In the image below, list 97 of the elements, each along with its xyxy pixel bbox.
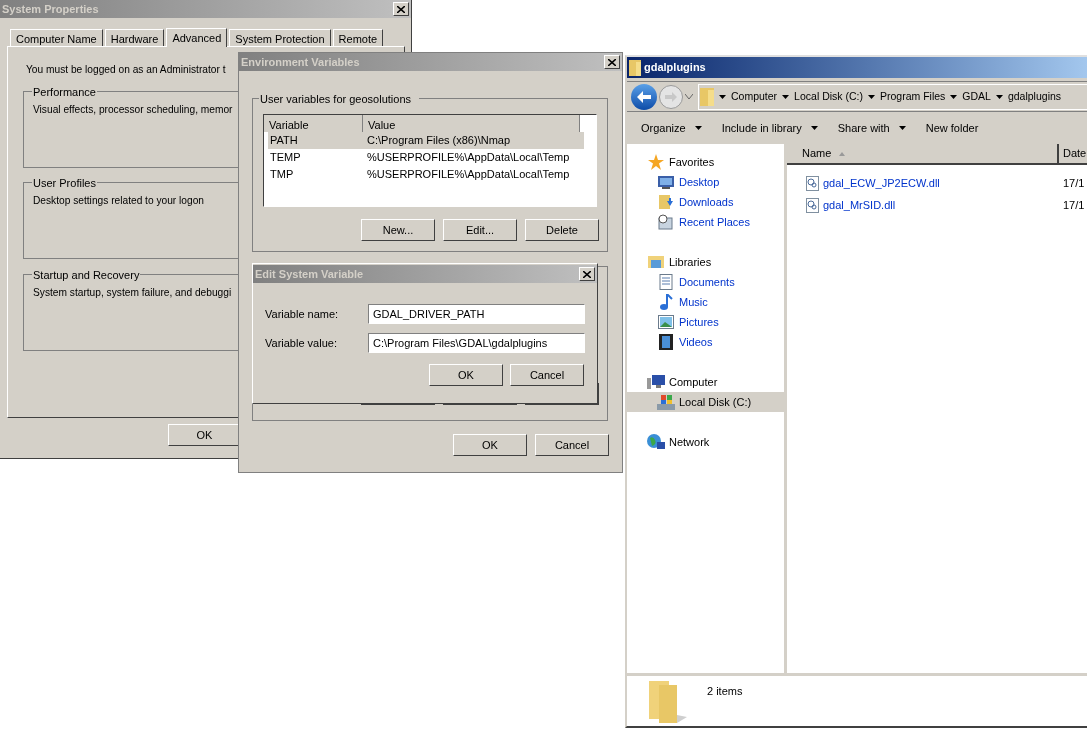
dialog-button[interactable]: Cancel [510, 364, 584, 386]
field-label: Variable name: [265, 306, 340, 322]
document-icon [659, 274, 673, 290]
file-date: 17/1 [1062, 197, 1085, 213]
close-button[interactable] [579, 267, 595, 281]
tab[interactable]: Hardware [104, 29, 165, 46]
file-name: gdal_ECW_JP2ECW.dll [823, 175, 940, 191]
back-button[interactable] [631, 83, 657, 110]
list-row[interactable]: TEMP %USERPROFILE%\AppData\Local\Temp [268, 149, 584, 166]
nav-item[interactable]: Desktop [627, 172, 784, 192]
breadcrumb-item[interactable]: Computer [731, 88, 778, 105]
breadcrumb-item[interactable]: Program Files [879, 88, 946, 105]
nav-item[interactable]: Videos [627, 332, 784, 352]
list-row[interactable]: PATH C:\Program Files (x86)\Nmap [268, 132, 584, 149]
nav-item[interactable]: Libraries [627, 252, 784, 272]
file-row[interactable]: gdal_ECW_JP2ECW.dll 17/1 [787, 172, 1087, 194]
toolbar-button[interactable]: Share with [837, 119, 906, 137]
dialog-button[interactable]: Cancel [535, 434, 609, 456]
breadcrumb-item[interactable]: gdalplugins [1007, 88, 1062, 105]
folder-icon [647, 679, 687, 723]
nav-item[interactable]: Favorites [627, 152, 784, 172]
nav-item[interactable]: Local Disk (C:) [627, 392, 784, 412]
file-date: 17/1 [1062, 175, 1085, 191]
close-icon [583, 270, 591, 278]
music-note-icon [659, 294, 673, 310]
folder-icon [629, 59, 641, 76]
dialog-button[interactable]: OK [429, 364, 503, 386]
field-label: Variable value: [265, 335, 338, 351]
breadcrumb-caret-icon [995, 94, 1003, 99]
nav-item[interactable]: Computer [627, 372, 784, 392]
history-caret-icon [685, 94, 693, 99]
input-field[interactable]: GDAL_DRIVER_PATH [368, 304, 585, 324]
nav-item[interactable]: Downloads [627, 192, 784, 212]
address-bar[interactable]: Computer Local Disk (C:) Program Files GDAL gdalplugins [698, 83, 1087, 110]
breadcrumb-item[interactable]: GDAL [962, 88, 991, 105]
dll-file-icon [806, 175, 819, 191]
dialog-button[interactable]: OK [453, 434, 527, 456]
back-arrow-icon [637, 90, 651, 103]
group-description: Desktop settings related to your logon [33, 194, 205, 209]
variable-name: TMP [269, 167, 295, 183]
toolbar-button[interactable]: Include in library [721, 119, 818, 137]
status-text: 2 items [707, 684, 743, 699]
list-row[interactable]: TMP %USERPROFILE%\AppData\Local\Temp [268, 166, 584, 183]
dll-file-icon [806, 197, 819, 213]
file-name: gdal_MrSID.dll [823, 197, 896, 213]
close-button[interactable] [393, 2, 409, 16]
nav-item[interactable]: Pictures [627, 312, 784, 332]
breadcrumb-caret-icon [950, 94, 958, 99]
recent-places-icon [658, 214, 674, 230]
tab[interactable]: Computer Name [10, 29, 103, 46]
variable-value: %USERPROFILE%\AppData\Local\Temp [367, 150, 570, 166]
variable-name: TEMP [269, 150, 302, 166]
tab[interactable]: Advanced [166, 28, 228, 47]
toolbar-button[interactable]: Organize [641, 119, 702, 137]
dialog-button[interactable]: OK [168, 424, 241, 446]
breadcrumb-caret-icon [719, 94, 726, 99]
input-field[interactable]: C:\Program Files\GDAL\gdalplugins [368, 333, 585, 353]
window-title: Edit System Variable [255, 266, 364, 282]
tab[interactable]: System Protection [229, 29, 331, 46]
window-title: gdalplugins [644, 60, 706, 76]
window-title: System Properties [2, 1, 99, 17]
file-row[interactable]: gdal_MrSID.dll 17/1 [787, 194, 1087, 216]
close-icon [397, 5, 405, 13]
column-header[interactable]: Date [1059, 144, 1087, 163]
window-title: Environment Variables [241, 54, 360, 70]
computer-icon [647, 374, 665, 390]
globe-icon [647, 434, 665, 450]
sort-arrow-icon [839, 151, 846, 156]
picture-icon [658, 315, 674, 329]
film-icon [659, 334, 673, 350]
folder-icon [700, 87, 714, 106]
library-icon [648, 254, 664, 270]
nav-item[interactable]: Documents [627, 272, 784, 292]
breadcrumb-caret-icon [867, 94, 875, 99]
close-button[interactable] [604, 55, 620, 69]
monitor-icon [658, 175, 674, 189]
toolbar-button[interactable]: New folder [925, 119, 979, 137]
disk-icon [657, 394, 675, 410]
variable-value: C:\Program Files (x86)\Nmap [367, 133, 511, 149]
nav-item[interactable]: Recent Places [627, 212, 784, 232]
group-description: System startup, system failure, and debuggi [33, 286, 232, 301]
nav-item[interactable]: Music [627, 292, 784, 312]
close-icon [608, 58, 616, 66]
dialog-button[interactable]: New... [361, 219, 435, 241]
variable-value: %USERPROFILE%\AppData\Local\Temp [367, 167, 570, 183]
group-description: Visual effects, processor scheduling, memor [33, 103, 233, 118]
breadcrumb-caret-icon [782, 94, 790, 99]
variable-name: PATH [269, 133, 299, 149]
forward-arrow-icon [665, 91, 677, 102]
star-icon [648, 154, 664, 170]
tab[interactable]: Remote [332, 29, 384, 46]
dialog-button[interactable]: Edit... [443, 219, 517, 241]
folder-download-icon [658, 194, 674, 210]
nav-item[interactable]: Network [627, 432, 784, 452]
breadcrumb-item[interactable]: Local Disk (C:) [794, 88, 863, 105]
column-header[interactable]: Name [787, 144, 1059, 163]
dialog-button[interactable]: Delete [525, 219, 599, 241]
